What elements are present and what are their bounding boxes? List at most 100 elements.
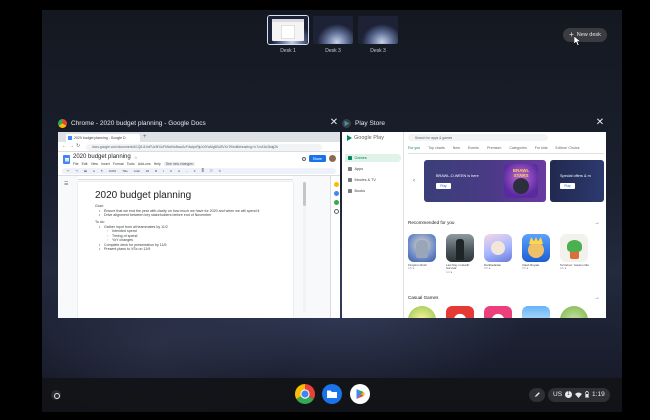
undo-icon[interactable]: ↶ [67,169,70,173]
carousel-prev-icon[interactable]: ‹ [411,178,417,184]
chrome-window-preview[interactable]: 2020 budget planning - Google D + ← → ↻ … [58,132,340,318]
share-button[interactable]: Share [308,155,326,162]
quick-settings-button[interactable]: US 1 1:19 [548,387,610,402]
app-card[interactable] [408,306,438,318]
avatar[interactable] [329,155,336,162]
new-desk-button[interactable]: + New desk [563,28,607,42]
chrome-shelf-icon[interactable] [295,384,315,404]
link-icon[interactable]: ⎯ [186,169,188,173]
sidebar-item-apps[interactable]: Apps [345,165,401,173]
play-store-icon [342,118,351,128]
star-icon[interactable]: ☆ [134,155,138,160]
menu-insert[interactable]: Insert [101,162,109,166]
tab-editors-choice[interactable]: Editors' Choice [556,146,580,153]
todo-item: Present plans to VSc on 11/9 [95,247,270,252]
brawl-banner[interactable]: BRAWL-O-WEEN is here Play BRAWL STARS [424,160,546,202]
sidebar-item-books[interactable]: Books [345,187,401,195]
play-store-shelf-icon[interactable] [350,384,370,404]
app-card[interactable] [446,306,476,318]
docs-logo-icon[interactable] [63,155,70,164]
docs-scrollbar[interactable] [303,182,306,312]
google-play-logo[interactable]: Google Play [347,135,384,141]
menu-help[interactable]: Help [154,162,161,166]
app-card[interactable]: Terrarium: Garden Idle 4.6 ★ [560,234,590,270]
tab-categories[interactable]: Categories [509,146,526,153]
new-tab-icon[interactable]: + [143,134,147,140]
sidebar-item-games[interactable]: Games [345,154,401,162]
scroll-thumb[interactable] [303,182,306,206]
banner-play-button[interactable]: Play [436,183,451,189]
line-spacing-icon[interactable]: ≣ [201,169,204,173]
add-ons-icon[interactable] [333,209,339,214]
close-play-window-icon[interactable]: ✕ [595,118,605,128]
play-window-title[interactable]: Play Store [342,117,385,129]
style-select[interactable]: Title [122,169,128,173]
play-search-input[interactable]: Search for apps & games [408,134,548,141]
address-bar[interactable]: docs.google.com/document/d/1Q5-8JmFUz9HJ… [86,143,322,151]
recommended-more-icon[interactable]: → [594,220,600,226]
app-card[interactable] [522,306,552,318]
app-card[interactable]: Last Day on Earth: Survival 4.4 ★ [446,234,476,274]
tasks-icon[interactable] [333,191,339,196]
underline-icon[interactable]: U [170,169,172,173]
clash-royale-icon [522,234,550,262]
app-card[interactable]: Clash Royale 4.5 ★ [522,234,552,270]
bold-icon[interactable]: B [155,169,157,173]
close-chrome-window-icon[interactable]: ✕ [329,118,339,128]
calendar-icon[interactable] [333,200,339,205]
menu-view[interactable]: View [91,162,98,166]
app-card[interactable] [484,306,514,318]
chrome-tab[interactable]: 2020 budget planning - Google D [66,134,140,142]
desk-3-thumbnail[interactable] [358,16,398,44]
font-size-select[interactable]: 26 [146,169,149,173]
app-card[interactable] [560,306,590,318]
casual-game-icon [484,306,512,318]
forward-icon[interactable]: → [69,144,74,149]
editing-mode-icon[interactable]: ✎ [219,169,222,173]
menu-format[interactable]: Format [113,162,124,166]
menu-tools[interactable]: Tools [127,162,135,166]
chrome-tabstrip: 2020 budget planning - Google D + [58,132,340,142]
text-color-icon[interactable]: A [178,169,180,173]
tab-for-you[interactable]: For you [408,146,421,153]
banner-play-button[interactable]: Play [560,183,575,189]
see-new-changes-link[interactable]: See new changes [163,161,195,166]
paint-format-icon[interactable]: ¶ [101,169,103,173]
menu-file[interactable]: File [73,162,78,166]
zoom-select[interactable]: 100% [109,169,117,173]
casual-game-icon [522,306,550,318]
launcher-icon[interactable] [51,390,61,400]
list-icon[interactable]: ☷ [210,169,213,173]
tab-events[interactable]: Events [468,146,479,153]
files-shelf-icon[interactable] [322,384,342,404]
desk-1-thumbnail[interactable] [267,15,309,45]
outline-icon[interactable]: ☰ [64,181,70,187]
font-select[interactable]: Arial [134,169,140,173]
comments-icon[interactable] [301,156,306,161]
sidebar-item-movies[interactable]: Movies & TV [345,176,401,184]
app-card[interactable]: Kingdom Rush 4.6 ★ [408,234,438,270]
chrome-window-title[interactable]: Chrome - 2020 budget planning - Google D… [58,117,206,129]
movies-icon [348,178,352,182]
special-offers-banner[interactable]: Special offers & m Play [550,160,604,202]
reload-icon[interactable]: ↻ [76,144,80,149]
print-icon[interactable]: 🖶 [84,169,87,174]
docs-title[interactable]: 2020 budget planning [73,154,131,160]
keep-icon[interactable] [333,182,339,187]
align-icon[interactable]: ≡ [194,169,196,173]
menu-addons[interactable]: Add-ons [138,162,151,166]
redo-icon[interactable]: ↷ [76,169,79,173]
tab-for-kids[interactable]: For kids [535,146,548,153]
play-store-window-preview[interactable]: Google Play Games Apps Movies & TV Books… [342,132,606,318]
tab-new[interactable]: New [453,146,460,153]
desk-2-thumbnail[interactable] [313,16,353,44]
italic-icon[interactable]: I [163,169,164,173]
tab-premium[interactable]: Premium [487,146,501,153]
tab-top-charts[interactable]: Top charts [428,146,445,153]
back-icon[interactable]: ← [62,144,67,149]
stylus-button[interactable] [529,387,545,402]
app-card[interactable]: DanDadadan 4.5 ★ [484,234,514,270]
casual-games-more-icon[interactable]: → [594,295,600,301]
menu-edit[interactable]: Edit [82,162,88,166]
spellcheck-icon[interactable]: A [93,169,95,173]
